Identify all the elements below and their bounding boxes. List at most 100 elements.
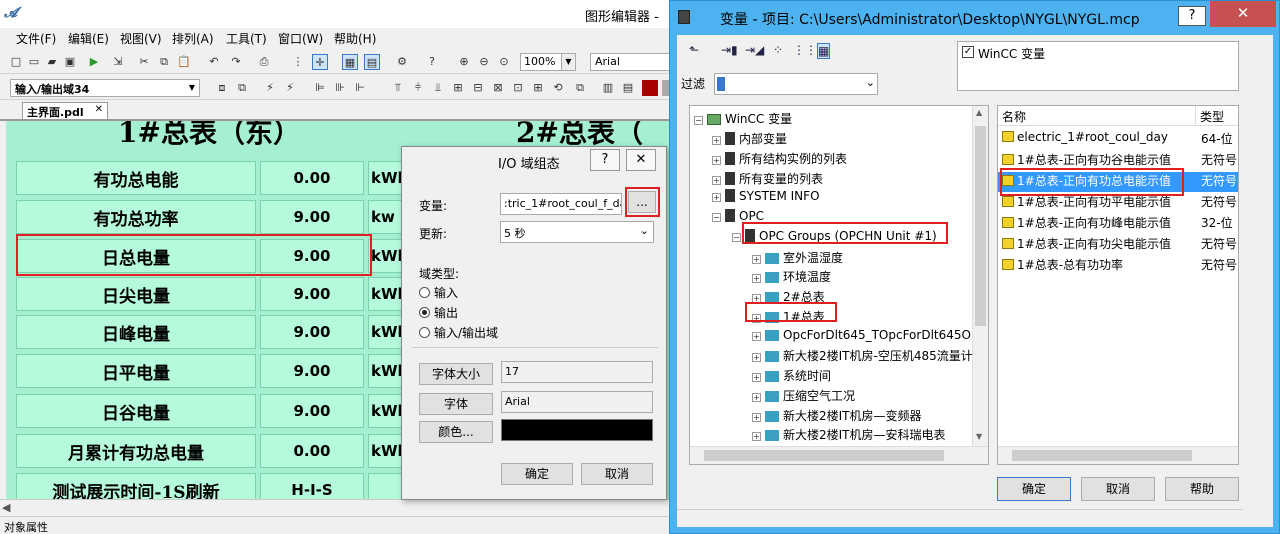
io-field[interactable]: 9.00 bbox=[260, 315, 364, 349]
align-icon[interactable]: ⧈ bbox=[214, 80, 230, 96]
list-item[interactable]: 1#总表-正向有功尖电能示值 无符号 bbox=[998, 235, 1238, 255]
library-icon[interactable]: ▤ bbox=[364, 54, 380, 70]
font-button[interactable]: 字体 bbox=[419, 393, 493, 415]
menu-tools[interactable]: 工具(T) bbox=[226, 30, 267, 47]
align-right-icon[interactable]: ⊩ bbox=[352, 80, 368, 96]
align-center-icon[interactable]: ⊪ bbox=[332, 80, 348, 96]
expand-icon[interactable]: + bbox=[752, 332, 761, 341]
undo-icon[interactable]: ↶ bbox=[206, 54, 222, 70]
scroll-up-icon[interactable]: ▲ bbox=[976, 108, 982, 117]
tree-node[interactable]: + 新大楼2楼IT机房—安科瑞电表 bbox=[752, 426, 946, 445]
object-select[interactable]: 输入/输出域34 ▼ bbox=[10, 79, 200, 97]
zoom-out-icon[interactable]: ⊖ bbox=[476, 54, 492, 70]
variable-input[interactable]: :tric_1#root_coul_f_day bbox=[500, 193, 622, 215]
expand-icon[interactable]: + bbox=[712, 136, 721, 145]
expand-icon[interactable]: + bbox=[752, 274, 761, 283]
tree-node[interactable]: + OpcForDlt645_TOpcForDlt645On bbox=[752, 328, 979, 347]
filter-select[interactable]: ⌄ bbox=[714, 73, 878, 95]
size-icon[interactable]: ⊞ bbox=[530, 80, 546, 96]
help-button[interactable]: ? bbox=[590, 149, 620, 171]
tree-vertical-scrollbar[interactable]: ▲ ▼ bbox=[972, 106, 988, 446]
fill-color-icon[interactable] bbox=[642, 80, 658, 96]
io-field[interactable]: 9.00 bbox=[260, 277, 364, 311]
zoom-fit-icon[interactable]: ⊙ bbox=[496, 54, 512, 70]
ok-button[interactable]: 确定 bbox=[997, 477, 1071, 501]
properties-icon[interactable]: ⚙ bbox=[394, 54, 410, 70]
export-icon[interactable]: ⇲ bbox=[110, 54, 126, 70]
expand-icon[interactable]: + bbox=[712, 156, 721, 165]
same-width-icon[interactable]: ⊟ bbox=[470, 80, 486, 96]
cancel-button[interactable]: 取消 bbox=[581, 463, 653, 485]
lock-icon[interactable]: ▥ bbox=[600, 80, 616, 96]
expand-icon[interactable]: + bbox=[752, 255, 761, 264]
tree-node[interactable]: + 所有结构实例的列表 bbox=[712, 150, 847, 169]
copy-icon[interactable]: ⧉ bbox=[156, 54, 172, 70]
expand-icon[interactable]: + bbox=[752, 413, 761, 422]
list-horizontal-scrollbar[interactable] bbox=[998, 446, 1238, 464]
menu-arrange[interactable]: 排列(A) bbox=[172, 30, 214, 47]
color-button[interactable]: 颜色... bbox=[419, 421, 493, 443]
radio-input-output[interactable]: 输入/输出域 bbox=[419, 324, 498, 341]
column-header-type[interactable]: 类型 bbox=[1196, 106, 1238, 126]
radio-output[interactable]: 输出 bbox=[419, 304, 458, 321]
dynamic-icon[interactable]: ⚡ bbox=[282, 80, 298, 96]
tree-node[interactable]: + 内部变量 bbox=[712, 130, 787, 149]
unlock-icon[interactable]: ▤ bbox=[620, 80, 636, 96]
collapse-icon[interactable]: − bbox=[732, 233, 741, 242]
menu-file[interactable]: 文件(F) bbox=[16, 30, 56, 47]
scroll-left-icon[interactable]: ◀ bbox=[2, 501, 10, 514]
help-button[interactable]: 帮助 bbox=[1165, 477, 1239, 501]
list-item[interactable]: 1#总表-正向有功平电能示值 无符号 bbox=[998, 193, 1238, 213]
distribute-icon[interactable]: ⊞ bbox=[450, 80, 466, 96]
open-folder-icon[interactable]: ▰ bbox=[44, 54, 60, 70]
io-field[interactable]: 0.00 bbox=[260, 161, 364, 195]
align-left-icon[interactable]: ⊫ bbox=[312, 80, 328, 96]
parent-folder-icon[interactable]: ⬑ bbox=[689, 43, 699, 57]
font-size-button[interactable]: 字体大小 bbox=[419, 363, 493, 385]
cancel-button[interactable]: 取消 bbox=[1081, 477, 1155, 501]
rotate-icon[interactable]: ⟲ bbox=[550, 80, 566, 96]
help-pointer-icon[interactable]: ? bbox=[424, 54, 440, 70]
expand-icon[interactable]: + bbox=[752, 373, 761, 382]
horizontal-scrollbar[interactable]: ◀ bbox=[0, 499, 680, 515]
spacing-icon[interactable]: ⊡ bbox=[510, 80, 526, 96]
zoom-select[interactable]: 100% ▼ bbox=[520, 53, 576, 71]
close-button[interactable]: ✕ bbox=[626, 149, 656, 171]
align-bottom-icon[interactable]: ⫫ bbox=[430, 80, 446, 96]
scroll-thumb[interactable] bbox=[975, 126, 986, 326]
tree-node[interactable]: − WinCC 变量 bbox=[694, 110, 792, 129]
expand-icon[interactable]: + bbox=[712, 193, 721, 202]
io-field[interactable]: 9.00 bbox=[260, 200, 364, 234]
tree-node[interactable]: + 新大楼2楼IT机房—变频器 bbox=[752, 407, 922, 426]
variable-tree[interactable]: − WinCC 变量 + 内部变量 + 所有结构实例的列表 + 所有变量的列表 + SYS… bbox=[689, 105, 989, 465]
small-icons-icon[interactable]: ⁘ bbox=[773, 43, 783, 57]
column-header-name[interactable]: 名称 bbox=[998, 106, 1196, 126]
snap-grid-icon[interactable]: ✛ bbox=[312, 54, 328, 70]
scroll-down-icon[interactable]: ▼ bbox=[976, 432, 982, 441]
group-icon[interactable]: ⧉ bbox=[234, 80, 250, 96]
collapse-icon[interactable]: − bbox=[712, 213, 721, 222]
layer-icon[interactable]: ▦ bbox=[342, 54, 358, 70]
cut-icon[interactable]: ✂ bbox=[136, 54, 152, 70]
ok-button[interactable]: 确定 bbox=[501, 463, 573, 485]
tree-node[interactable]: + 压缩空气工况 bbox=[752, 387, 855, 406]
variable-list[interactable]: 名称 类型 electric_1#root_coul_day 64-位 1#总表-… bbox=[997, 105, 1239, 465]
same-height-icon[interactable]: ⊠ bbox=[490, 80, 506, 96]
io-field[interactable]: 0.00 bbox=[260, 434, 364, 468]
new-doc-icon[interactable]: ▭ bbox=[26, 54, 42, 70]
checkbox-checked-icon[interactable]: ✓ bbox=[962, 46, 974, 58]
tree-node[interactable]: + 环境温度 bbox=[752, 268, 831, 287]
tree-node[interactable]: + 系统时间 bbox=[752, 367, 831, 386]
expand-icon[interactable]: + bbox=[752, 393, 761, 402]
redo-icon[interactable]: ↷ bbox=[228, 54, 244, 70]
tree-node[interactable]: + 所有变量的列表 bbox=[712, 170, 823, 189]
close-button[interactable]: ✕ bbox=[1210, 1, 1276, 27]
io-field[interactable]: 9.00 bbox=[260, 394, 364, 428]
align-top-icon[interactable]: ⫪ bbox=[390, 80, 406, 96]
expand-icon[interactable]: + bbox=[712, 176, 721, 185]
list-item[interactable]: 1#总表-正向有功峰电能示值 32-位 bbox=[998, 214, 1238, 234]
add-group-icon[interactable]: ⇥◢ bbox=[745, 43, 764, 57]
radio-input[interactable]: 输入 bbox=[419, 284, 458, 301]
io-field[interactable]: H-I-S bbox=[260, 473, 364, 499]
new-file-icon[interactable]: □ bbox=[8, 54, 24, 70]
